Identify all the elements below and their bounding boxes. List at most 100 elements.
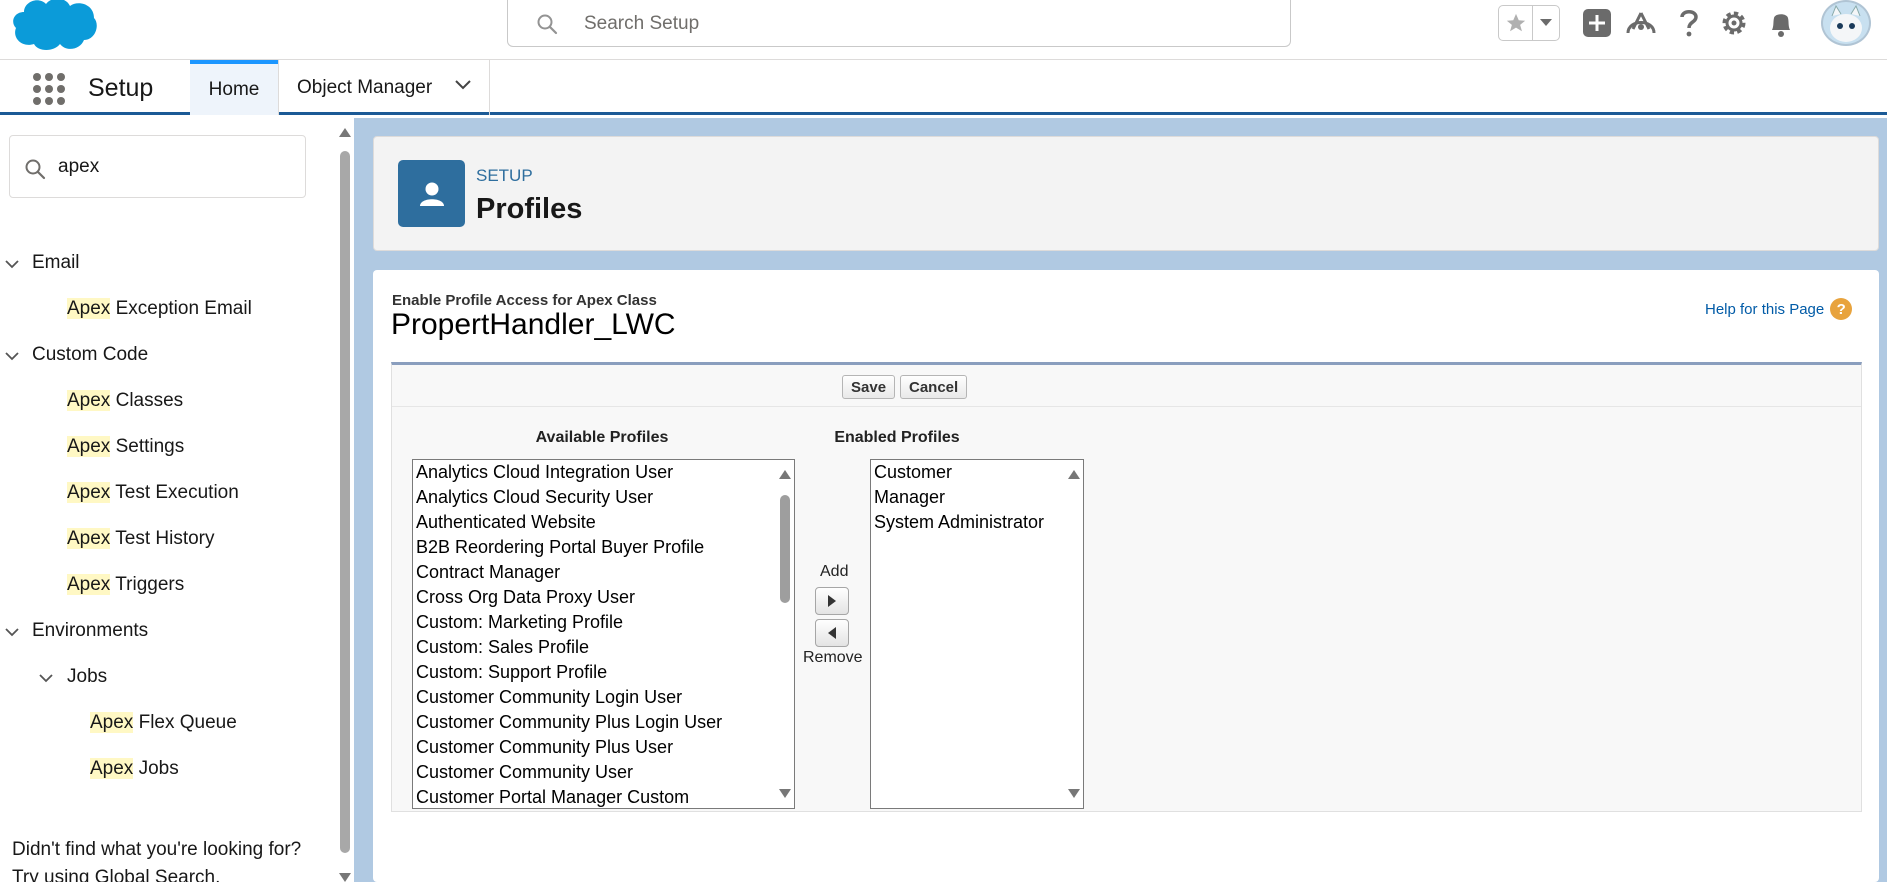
available-profile-option[interactable]: Customer Community Plus User (413, 735, 794, 760)
nav-apex-flex-queue[interactable]: Apex Flex Queue (90, 712, 237, 734)
quick-find-input[interactable]: apex (9, 135, 306, 198)
add-button[interactable] (815, 587, 849, 615)
chevron-down-icon[interactable] (1533, 6, 1559, 40)
search-highlight: Apex (90, 712, 134, 733)
arrow-right-icon (828, 595, 836, 607)
scroll-down-icon[interactable] (339, 873, 351, 882)
profile-icon (398, 160, 465, 227)
notification-bell-icon[interactable] (1764, 6, 1798, 40)
enabled-profile-option[interactable]: Customer (871, 460, 1083, 485)
chevron-down-icon[interactable] (4, 256, 20, 272)
remove-label: Remove (803, 649, 863, 666)
search-highlight: Apex (90, 758, 134, 779)
sidebar-scrollbar[interactable] (336, 118, 354, 882)
global-search-input[interactable]: Search Setup (507, 0, 1291, 47)
tab-home[interactable]: Home (190, 60, 278, 115)
remove-button[interactable] (815, 619, 849, 647)
available-profile-option[interactable]: Custom: Support Profile (413, 660, 794, 685)
nav-apex-exception-email[interactable]: Apex Exception Email (67, 298, 252, 320)
available-list-scrollbar[interactable] (776, 460, 794, 808)
search-icon (537, 14, 558, 35)
sidebar-scroll-thumb[interactable] (340, 151, 350, 853)
setup-sidebar: apex Email Apex Exception Email Custom C… (0, 118, 338, 882)
enabled-options: Customer Manager System Administrator (871, 460, 1083, 535)
nav-label: Flex Queue (133, 712, 237, 733)
chevron-down-icon[interactable] (4, 348, 20, 364)
trailhead-icon[interactable] (1624, 6, 1658, 40)
available-profile-option[interactable]: Customer Community Login User (413, 685, 794, 710)
cancel-button[interactable]: Cancel (900, 375, 968, 399)
search-highlight: Apex (67, 528, 111, 549)
global-header: Search Setup (0, 0, 1887, 60)
scroll-up-icon[interactable] (779, 470, 791, 479)
chevron-down-icon[interactable] (455, 80, 471, 90)
nav-apex-settings[interactable]: Apex Settings (67, 436, 184, 458)
available-profiles-label: Available Profiles (535, 429, 669, 446)
available-profile-option[interactable]: Customer Portal Manager Custom (413, 785, 794, 808)
enabled-profiles-label: Enabled Profiles (834, 429, 960, 446)
star-icon[interactable] (1499, 6, 1533, 40)
search-highlight: Apex (67, 298, 111, 319)
chevron-down-icon[interactable] (38, 670, 54, 686)
section-environments[interactable]: Environments (32, 620, 148, 642)
page-header: SETUP Profiles (373, 136, 1879, 251)
nav-label: Triggers (110, 574, 185, 595)
section-email[interactable]: Email (32, 252, 80, 274)
sidebar-help-text: Didn't find what you're looking for? Try… (12, 836, 301, 882)
context-bar: Setup Home Object Manager (0, 60, 1887, 115)
nav-label: Classes (110, 390, 184, 411)
enabled-profiles-list[interactable]: Customer Manager System Administrator (870, 459, 1084, 809)
quick-find-value: apex (58, 156, 100, 177)
content-card: Enable Profile Access for Apex Class Pro… (373, 270, 1879, 882)
help-line-2: Try using Global Search. (12, 867, 221, 882)
help-icon[interactable] (1672, 6, 1706, 40)
button-row: Save Cancel (392, 365, 1861, 407)
add-icon[interactable] (1580, 6, 1614, 40)
nav-apex-classes[interactable]: Apex Classes (67, 390, 183, 412)
scroll-down-icon[interactable] (779, 789, 791, 798)
search-highlight: Apex (67, 574, 111, 595)
enabled-list-scrollbar[interactable] (1065, 460, 1083, 808)
available-profile-option[interactable]: Analytics Cloud Integration User (413, 460, 794, 485)
available-scroll-thumb[interactable] (780, 495, 790, 603)
section-jobs[interactable]: Jobs (67, 666, 107, 688)
nav-label: Test Execution (110, 482, 239, 503)
page-subtitle: Enable Profile Access for Apex Class (392, 292, 657, 309)
scroll-up-icon[interactable] (339, 128, 351, 137)
chevron-down-icon[interactable] (4, 624, 20, 640)
available-profile-option[interactable]: B2B Reordering Portal Buyer Profile (413, 535, 794, 560)
nav-apex-test-execution[interactable]: Apex Test Execution (67, 482, 239, 504)
tab-home-label: Home (208, 78, 260, 100)
available-profile-option[interactable]: Customer Community User (413, 760, 794, 785)
scroll-down-icon[interactable] (1068, 789, 1080, 798)
save-button[interactable]: Save (842, 375, 896, 399)
enabled-profile-option[interactable]: System Administrator (871, 510, 1083, 535)
scroll-up-icon[interactable] (1068, 470, 1080, 479)
gear-icon[interactable] (1717, 6, 1751, 40)
available-profiles-list[interactable]: Analytics Cloud Integration User Analytic… (412, 459, 795, 809)
tab-object-manager[interactable]: Object Manager (278, 60, 490, 115)
section-custom-code[interactable]: Custom Code (32, 344, 148, 366)
enabled-profile-option[interactable]: Manager (871, 485, 1083, 510)
section-environments-label: Environments (32, 620, 149, 641)
nav-apex-test-history[interactable]: Apex Test History (67, 528, 215, 550)
nav-apex-jobs[interactable]: Apex Jobs (90, 758, 179, 780)
available-profile-option[interactable]: Cross Org Data Proxy User (413, 585, 794, 610)
apex-class-title: PropertHandler_LWC (391, 308, 676, 341)
salesforce-logo[interactable] (10, 0, 98, 52)
app-launcher-icon[interactable] (30, 70, 65, 105)
nav-label: Exception Email (110, 298, 252, 319)
profile-access-panel: Save Cancel Available Profiles Enabled P… (391, 362, 1862, 812)
available-profile-option[interactable]: Contract Manager (413, 560, 794, 585)
available-profile-option[interactable]: Customer Community Plus Login User (413, 710, 794, 735)
nav-apex-triggers[interactable]: Apex Triggers (67, 574, 184, 596)
available-profile-option[interactable]: Authenticated Website (413, 510, 794, 535)
available-profile-option[interactable]: Analytics Cloud Security User (413, 485, 794, 510)
search-highlight: Apex (67, 436, 111, 457)
available-profile-option[interactable]: Custom: Sales Profile (413, 635, 794, 660)
user-avatar[interactable] (1821, 0, 1871, 46)
available-options: Analytics Cloud Integration User Analytic… (413, 460, 794, 808)
favorites-button[interactable] (1498, 5, 1560, 41)
available-profile-option[interactable]: Custom: Marketing Profile (413, 610, 794, 635)
help-for-page-link[interactable]: Help for this Page ? (1705, 298, 1853, 320)
